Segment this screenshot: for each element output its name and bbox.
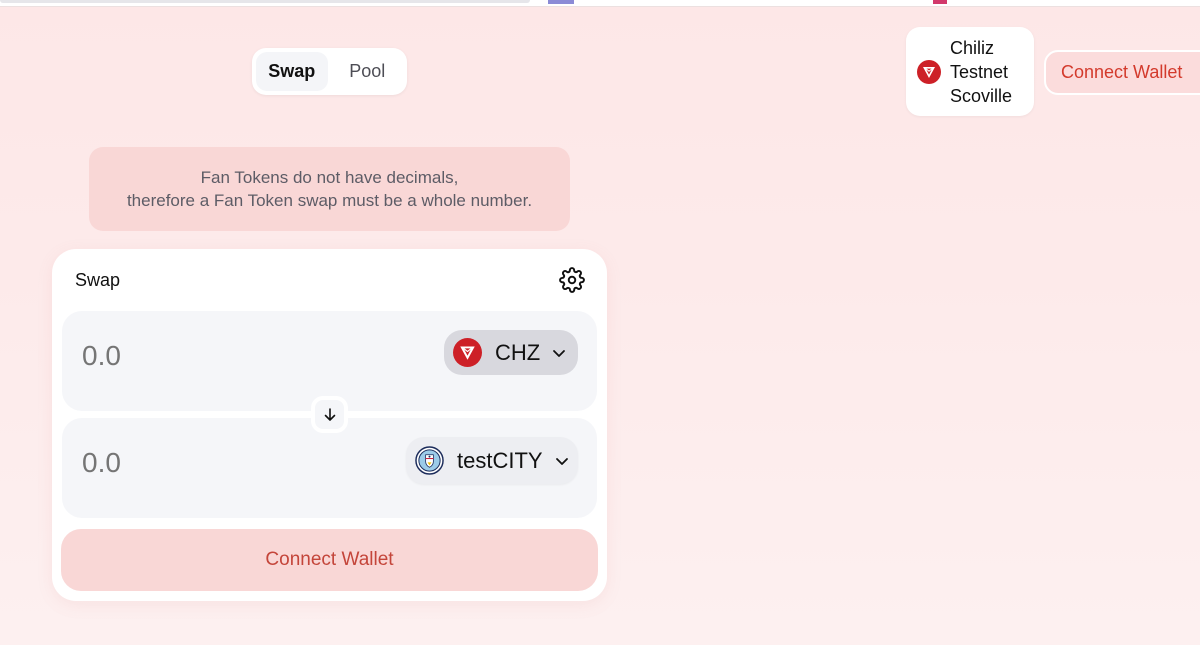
swap-pool-tabs: Swap Pool <box>252 48 407 95</box>
connect-wallet-button[interactable]: Connect Wallet <box>61 529 598 591</box>
input-amount-field[interactable] <box>82 340 332 372</box>
network-name-line: Testnet <box>950 61 1009 82</box>
input-token-select[interactable]: CHZ <box>444 330 578 375</box>
network-name-line: Scoville <box>950 85 1013 106</box>
top-strip-bar <box>0 0 530 3</box>
notice-line: Fan Tokens do not have decimals, <box>200 168 459 187</box>
output-token-select[interactable]: testCITY <box>406 437 578 484</box>
network-name: Chiliz Testnet Scoville <box>950 36 1012 108</box>
output-token-panel: testCITY <box>62 418 597 518</box>
top-strip-marker <box>548 0 574 4</box>
chevron-down-icon <box>553 349 566 357</box>
man-city-badge-icon <box>415 446 444 475</box>
arrow-down-icon <box>324 408 335 421</box>
notice-line: therefore a Fan Token swap must be a who… <box>126 191 533 210</box>
network-name-line: Chiliz <box>950 37 995 58</box>
fan-token-notice: Fan Tokens do not have decimals, therefo… <box>89 147 570 231</box>
switch-direction-button[interactable] <box>311 396 348 433</box>
tab-swap[interactable]: Swap <box>256 52 328 91</box>
browser-top-strip <box>0 0 1200 7</box>
output-amount-field[interactable] <box>82 447 332 479</box>
swap-card: Swap CHZ <box>52 249 607 601</box>
gear-icon[interactable] <box>559 267 585 293</box>
output-token-symbol: testCITY <box>457 447 543 473</box>
connect-wallet-header-button[interactable]: Connect Wallet <box>1044 50 1200 95</box>
chiliz-logo-icon <box>453 338 482 367</box>
swap-card-title: Swap <box>75 270 121 290</box>
chevron-down-icon <box>555 457 568 465</box>
network-selector[interactable]: Chiliz Testnet Scoville <box>906 27 1034 116</box>
tab-pool[interactable]: Pool <box>332 52 404 91</box>
top-strip-marker <box>933 0 947 4</box>
chiliz-logo-icon <box>917 59 941 84</box>
input-token-symbol: CHZ <box>495 339 541 365</box>
